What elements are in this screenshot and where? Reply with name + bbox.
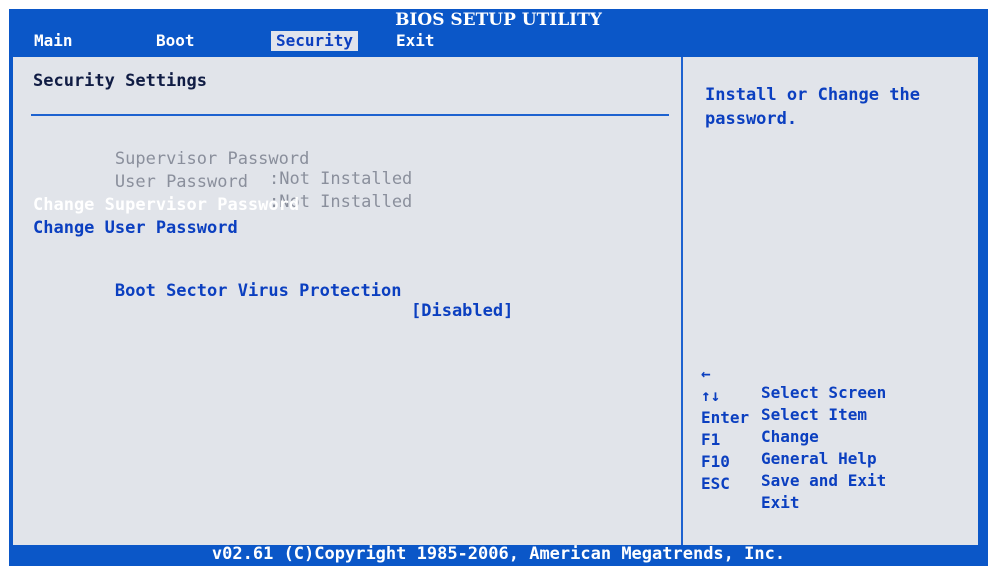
- supervisor-password-value: :Not Installed: [269, 169, 413, 189]
- settings-pane: Security Settings Supervisor Password :N…: [13, 57, 683, 545]
- menu-bar: Main Boot Security Exit: [9, 31, 988, 51]
- key-row: Enter Change: [701, 389, 819, 446]
- menu-boot[interactable]: Boot: [151, 31, 200, 51]
- key-description: Exit: [761, 493, 800, 512]
- boot-sector-virus-protection-row[interactable]: Boot Sector Virus Protection [Disabled]: [33, 261, 513, 341]
- section-divider: [31, 114, 669, 116]
- help-text: Install or Change the password.: [705, 85, 920, 129]
- user-password-label: User Password: [114, 172, 248, 192]
- copyright-footer: v02.61 (C)Copyright 1985-2006, American …: [211, 544, 786, 564]
- key-row: ↑↓ Select Item: [701, 367, 867, 424]
- key-row: F1 General Help: [701, 411, 877, 468]
- boot-sector-virus-protection-value[interactable]: [Disabled]: [411, 301, 513, 321]
- bios-screen: BIOS SETUP UTILITY Main Boot Security Ex…: [9, 9, 988, 566]
- menu-exit[interactable]: Exit: [391, 31, 440, 51]
- key-legend: ← Select Screen ↑↓ Select Item Enter Cha…: [701, 345, 886, 512]
- content-panel: Security Settings Supervisor Password :N…: [11, 55, 980, 547]
- change-user-password-item[interactable]: Change User Password: [33, 218, 238, 238]
- key-row: ESC Exit: [701, 455, 800, 512]
- key-label: ESC: [701, 474, 730, 493]
- key-row: ← Select Screen: [701, 345, 886, 402]
- title-bar: BIOS SETUP UTILITY: [9, 9, 988, 31]
- section-title: Security Settings: [33, 71, 207, 91]
- help-pane: Install or Change the password. ← Select…: [683, 57, 978, 545]
- change-supervisor-password-item[interactable]: Change Supervisor Password: [33, 195, 299, 215]
- key-row: F10 Save and Exit: [701, 433, 886, 490]
- menu-main[interactable]: Main: [29, 31, 78, 51]
- menu-security[interactable]: Security: [271, 31, 359, 51]
- boot-sector-virus-protection-label: Boot Sector Virus Protection: [114, 281, 402, 301]
